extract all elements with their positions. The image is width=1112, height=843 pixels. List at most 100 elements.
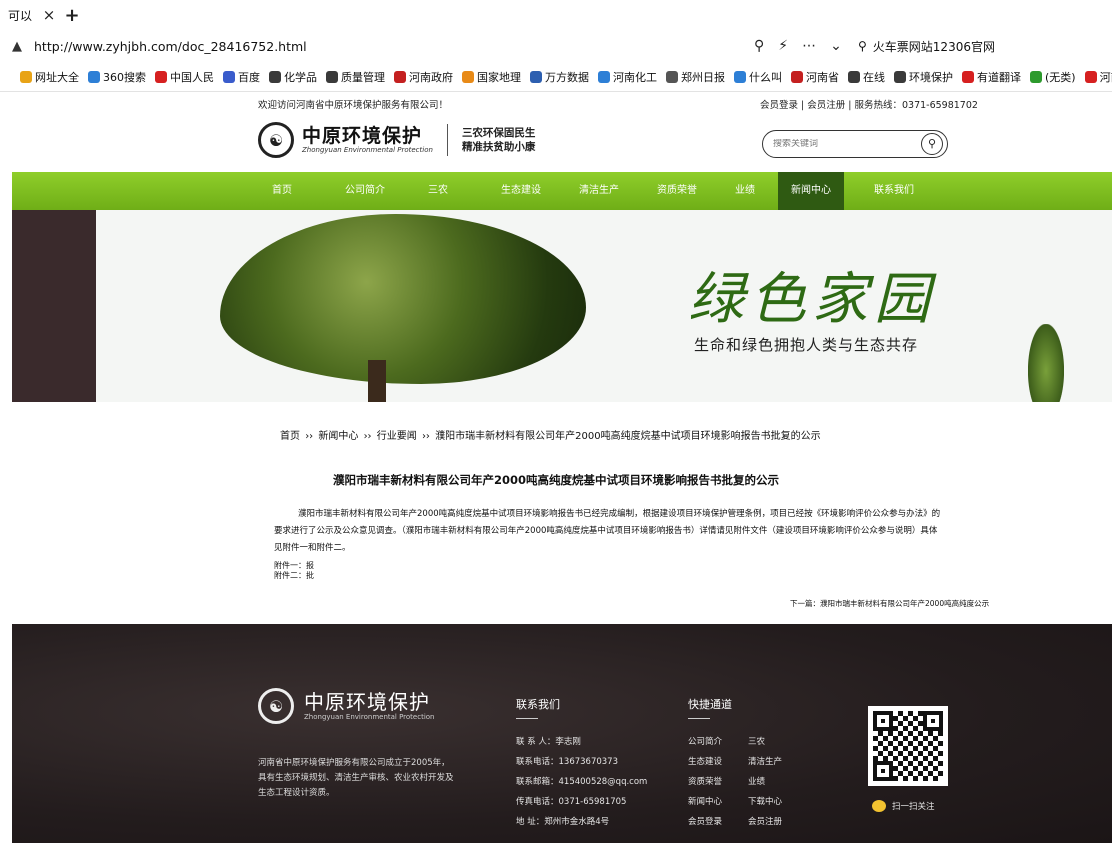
bookmark-item[interactable]: 360搜索 xyxy=(88,69,146,85)
browser-search[interactable]: ⚲ 火车票网站12306官网 xyxy=(858,30,995,62)
zoom-icon[interactable]: ⚲ xyxy=(754,38,764,54)
logo-divider xyxy=(446,124,448,156)
bookmark-favicon-icon xyxy=(88,70,100,83)
bookmark-label: 环境保护 xyxy=(909,70,953,84)
top-links[interactable]: 会员登录 | 会员注册 | 服务热线：0371-65981702 xyxy=(760,97,978,111)
breadcrumb-sep: ›› xyxy=(363,431,372,442)
bookmark-favicon-icon xyxy=(269,70,281,83)
bookmark-item[interactable]: 环境保护 xyxy=(894,69,953,85)
bookmark-item[interactable]: 河南省 xyxy=(791,69,839,85)
divider xyxy=(516,718,538,719)
bookmark-label: 万方数据 xyxy=(545,70,589,84)
bookmark-item[interactable]: 河南政府 xyxy=(394,69,453,85)
bookmark-item[interactable]: 什么叫 xyxy=(734,69,782,85)
contact-email[interactable]: 联系邮箱：415400528@qq.com xyxy=(516,772,647,792)
quick-link[interactable]: 下载中心 xyxy=(748,792,798,812)
bookmark-label: 河南省 xyxy=(806,70,839,84)
close-tab-icon[interactable]: × xyxy=(36,6,62,24)
wechat-icon xyxy=(872,800,886,812)
bookmark-item[interactable]: 郑州日报 xyxy=(666,69,725,85)
bookmark-label: 河南省 xyxy=(1099,70,1112,84)
quick-link[interactable]: 公司简介 xyxy=(688,732,748,752)
attachment-link[interactable]: 附件二：批 xyxy=(274,571,314,581)
quick-link[interactable]: 资质荣誉 xyxy=(688,772,748,792)
quick-link[interactable]: 生态建设 xyxy=(688,752,748,772)
bookmark-label: 国家地理 xyxy=(477,70,521,84)
site-logo[interactable]: ☯ 中原环境保护 Zhongyuan Environmental Protect… xyxy=(258,122,535,158)
breadcrumb-section[interactable]: 新闻中心 xyxy=(318,431,358,442)
bookmark-item[interactable]: 中国人民 xyxy=(155,69,214,85)
bookmark-favicon-icon xyxy=(894,70,906,83)
site-search-box: ⚲ xyxy=(762,130,948,158)
footer-logo-en: Zhongyuan Environmental Protection xyxy=(304,713,435,721)
bookmark-favicon-icon xyxy=(1084,70,1097,83)
bookmark-item[interactable]: 网址大全 xyxy=(20,69,79,85)
nav-item[interactable]: 新闻中心 xyxy=(778,172,844,210)
contact-fax: 传真电话：0371-65981705 xyxy=(516,797,627,807)
next-article-link[interactable]: 下一篇：濮阳市瑞丰新材料有限公司年产2000吨高纯度公示 xyxy=(790,598,989,609)
quick-link[interactable]: 清洁生产 xyxy=(748,752,798,772)
bookmark-item[interactable]: 在线 xyxy=(848,69,885,85)
bookmark-label: (无类) xyxy=(1045,70,1076,84)
search-icon[interactable]: ⚲ xyxy=(921,133,943,155)
footer-logo-cn: 中原环境保护 xyxy=(304,690,430,714)
footer-logo[interactable]: ☯ 中原环境保护 Zhongyuan Environmental Protect… xyxy=(258,688,435,724)
chevron-down-icon[interactable]: ⌄ xyxy=(830,38,842,54)
bookmark-item[interactable]: 河南省 xyxy=(1084,69,1112,85)
bookmark-item[interactable]: 河南化工 xyxy=(598,69,657,85)
quick-link[interactable]: 会员注册 xyxy=(748,812,798,832)
more-icon[interactable]: ⋯ xyxy=(802,38,816,54)
site-header: ☯ 中原环境保护 Zhongyuan Environmental Protect… xyxy=(0,114,1112,172)
logo-text-cn: 中原环境保护 xyxy=(302,125,423,147)
browser-tab-title[interactable]: 可以 xyxy=(8,7,36,24)
main-nav: 首页 公司简介 三农 生态建设 清洁生产 资质荣誉 业绩 新闻中心 联系我们 xyxy=(12,172,1112,210)
nav-item[interactable]: 清洁生产 xyxy=(564,172,634,210)
nav-item[interactable]: 资质荣誉 xyxy=(642,172,712,210)
bookmark-item[interactable]: 国家地理 xyxy=(462,69,521,85)
nav-item[interactable]: 联系我们 xyxy=(858,172,930,210)
bookmark-label: 河南化工 xyxy=(613,70,657,84)
bookmark-item[interactable]: 化学品 xyxy=(269,69,317,85)
contact-title: 联系我们 xyxy=(516,698,560,711)
banner-subtitle: 生命和绿色拥抱人类与生态共存 xyxy=(694,336,919,354)
breadcrumb-category[interactable]: 行业要闻 xyxy=(377,431,417,442)
nav-item[interactable]: 首页 xyxy=(252,172,312,210)
qr-corner xyxy=(923,711,943,731)
bookmark-favicon-icon xyxy=(791,70,803,83)
divider xyxy=(688,718,710,719)
bookmarks-bar: 网址大全 360搜索 中国人民 百度 化学品 质量管理 河南政府 国家地理 万方数据 河南化工 郑州… xyxy=(0,62,1112,92)
quick-link[interactable]: 新闻中心 xyxy=(688,792,748,812)
url-field[interactable]: http://www.zyhjbh.com/doc_28416752.html xyxy=(34,39,307,54)
quick-link[interactable]: 三农 xyxy=(748,732,798,752)
attachment-link[interactable]: 附件一：报 xyxy=(274,561,314,571)
logo-emblem-icon: ☯ xyxy=(258,688,294,724)
site-search-input[interactable] xyxy=(773,139,921,149)
bookmark-item[interactable]: 质量管理 xyxy=(326,69,385,85)
slogan-line1: 三农环保固民生 xyxy=(461,127,536,139)
bookmark-item[interactable]: (无类) xyxy=(1030,69,1076,85)
nav-item[interactable]: 三农 xyxy=(408,172,468,210)
bookmark-favicon-icon xyxy=(20,70,32,83)
browser-address-bar: ▲ http://www.zyhjbh.com/doc_28416752.htm… xyxy=(0,30,1112,62)
qr-corner xyxy=(873,711,893,731)
quick-link[interactable]: 会员登录 xyxy=(688,812,748,832)
logo-text-en: Zhongyuan Environmental Protection xyxy=(302,146,433,154)
tree-trunk xyxy=(368,360,386,402)
lightning-icon[interactable]: ⚡ xyxy=(778,38,788,54)
contact-person: 联 系 人：李志刚 xyxy=(516,737,581,747)
browser-search-text[interactable]: 火车票网站12306官网 xyxy=(873,38,995,55)
bookmark-favicon-icon xyxy=(1030,70,1042,83)
nav-item[interactable]: 生态建设 xyxy=(486,172,556,210)
breadcrumb-sep: ›› xyxy=(421,431,430,442)
search-icon: ⚲ xyxy=(858,39,867,53)
nav-item[interactable]: 公司简介 xyxy=(330,172,400,210)
quick-link[interactable]: 业绩 xyxy=(748,772,798,792)
bookmark-item[interactable]: 万方数据 xyxy=(530,69,589,85)
bookmark-label: 有道翻译 xyxy=(977,70,1021,84)
new-tab-icon[interactable]: + xyxy=(62,5,82,26)
bookmark-label: 在线 xyxy=(863,70,885,84)
breadcrumb-home[interactable]: 首页 xyxy=(280,431,300,442)
nav-item[interactable]: 业绩 xyxy=(720,172,770,210)
bookmark-item[interactable]: 有道翻译 xyxy=(962,69,1021,85)
bookmark-item[interactable]: 百度 xyxy=(223,69,260,85)
